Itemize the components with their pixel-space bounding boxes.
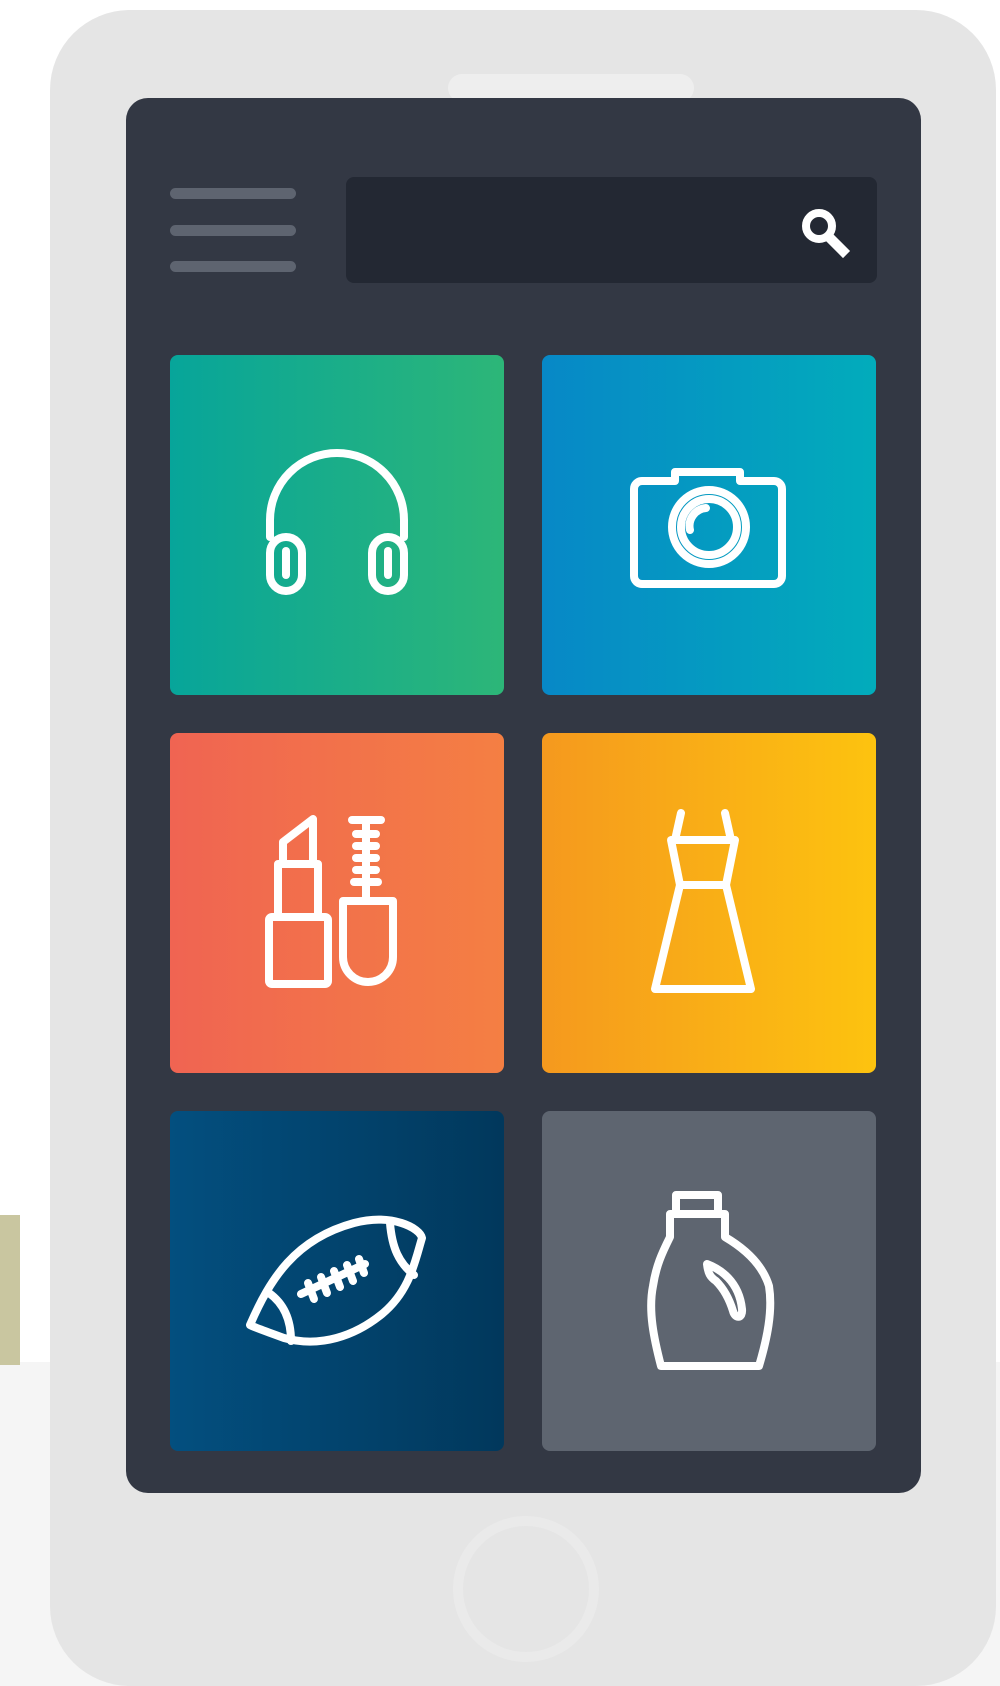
home-button-icon[interactable]	[453, 1516, 599, 1662]
menu-bar	[170, 224, 296, 236]
lipstick-mascara-icon	[170, 733, 504, 1073]
detergent-bottle-icon	[542, 1111, 876, 1451]
category-tile-sports[interactable]	[170, 1111, 504, 1451]
dress-icon	[542, 733, 876, 1073]
category-tile-headphones[interactable]	[170, 355, 504, 695]
decorative-stripe	[0, 1215, 20, 1365]
search-bar	[346, 177, 877, 285]
menu-bar	[170, 261, 296, 272]
menu-bar	[170, 188, 296, 199]
football-icon	[170, 1111, 504, 1451]
search-input[interactable]	[364, 177, 788, 285]
headphones-icon	[170, 355, 504, 695]
category-tile-cosmetics[interactable]	[170, 733, 504, 1073]
category-tile-camera[interactable]	[542, 355, 876, 695]
category-tile-household[interactable]	[542, 1111, 876, 1451]
hamburger-menu-icon[interactable]	[170, 188, 298, 272]
camera-icon	[542, 355, 876, 695]
category-tile-dress[interactable]	[542, 733, 876, 1073]
search-icon[interactable]	[786, 190, 866, 270]
